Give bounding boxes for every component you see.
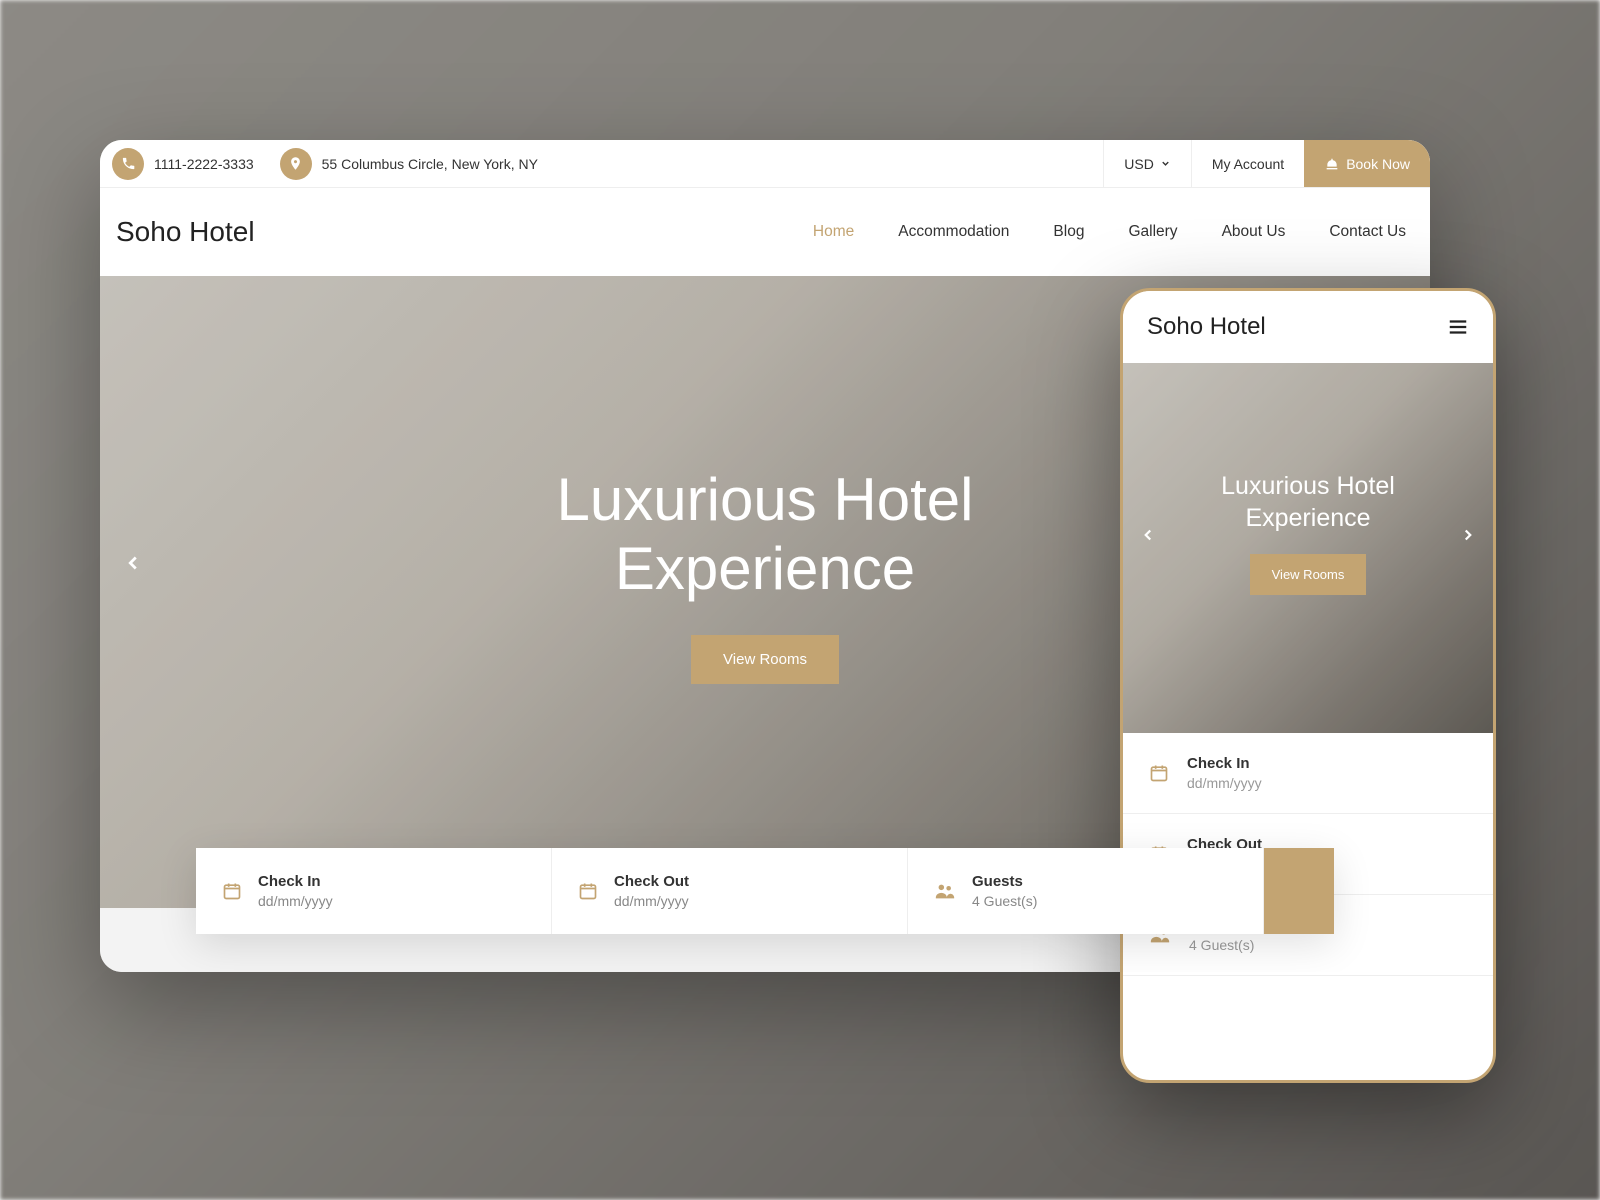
hero-title: Luxurious Hotel Experience	[557, 465, 974, 603]
calendar-icon	[1149, 763, 1169, 783]
mobile-carousel-next-icon[interactable]	[1459, 526, 1477, 544]
currency-selector[interactable]: USD	[1103, 140, 1191, 187]
checkout-value: dd/mm/yyyy	[614, 893, 689, 909]
phone-item[interactable]: 1111-2222-3333	[112, 148, 254, 180]
mobile-checkin-value: dd/mm/yyyy	[1187, 775, 1262, 791]
phone-text: 1111-2222-3333	[154, 156, 254, 172]
mobile-guests-value: 4 Guest(s)	[1189, 937, 1254, 953]
carousel-prev-icon[interactable]	[122, 552, 144, 574]
nav-accommodation[interactable]: Accommodation	[898, 223, 1009, 241]
mobile-hero-line1: Luxurious Hotel	[1221, 471, 1395, 502]
mobile-logo[interactable]: Soho Hotel	[1147, 313, 1266, 341]
mobile-checkin-label: Check In	[1187, 755, 1262, 772]
mobile-hero-content: Luxurious Hotel Experience View Rooms	[1221, 471, 1395, 595]
mobile-checkin-text: Check In dd/mm/yyyy	[1187, 755, 1262, 791]
checkout-text: Check Out dd/mm/yyyy	[614, 873, 689, 909]
nav-home[interactable]: Home	[813, 223, 854, 241]
guests-text: Guests 4 Guest(s)	[972, 873, 1037, 909]
calendar-icon	[222, 881, 242, 901]
book-now-button[interactable]: Book Now	[1304, 140, 1430, 187]
chevron-down-icon	[1160, 158, 1171, 169]
book-now-text: Book Now	[1346, 156, 1410, 172]
guests-icon	[934, 880, 956, 902]
checkin-value: dd/mm/yyyy	[258, 893, 333, 909]
location-icon	[280, 148, 312, 180]
mobile-carousel-prev-icon[interactable]	[1139, 526, 1157, 544]
booking-bar: Check In dd/mm/yyyy Check Out dd/mm/yyyy…	[196, 848, 1334, 934]
navbar: Soho Hotel Home Accommodation Blog Galle…	[100, 188, 1430, 276]
hero-title-line1: Luxurious Hotel	[557, 465, 974, 534]
mobile-frame: Soho Hotel Luxurious Hotel Experience Vi…	[1120, 288, 1496, 1083]
nav-blog[interactable]: Blog	[1053, 223, 1084, 241]
checkout-field[interactable]: Check Out dd/mm/yyyy	[552, 848, 908, 934]
nav-contact[interactable]: Contact Us	[1329, 223, 1406, 241]
calendar-icon	[578, 881, 598, 901]
booking-submit-button[interactable]	[1264, 848, 1334, 934]
topbar-right: USD My Account Book Now	[1103, 140, 1430, 187]
my-account-link[interactable]: My Account	[1191, 140, 1304, 187]
hero-title-line2: Experience	[557, 534, 974, 603]
mobile-header: Soho Hotel	[1123, 291, 1493, 363]
guests-field[interactable]: Guests 4 Guest(s)	[908, 848, 1264, 934]
checkin-text: Check In dd/mm/yyyy	[258, 873, 333, 909]
bell-icon	[1324, 156, 1340, 172]
currency-text: USD	[1124, 156, 1154, 172]
topbar: 1111-2222-3333 55 Columbus Circle, New Y…	[100, 140, 1430, 188]
phone-icon	[112, 148, 144, 180]
mobile-hero: Luxurious Hotel Experience View Rooms	[1123, 363, 1493, 733]
guests-label: Guests	[972, 873, 1037, 890]
address-text: 55 Columbus Circle, New York, NY	[322, 156, 538, 172]
checkin-label: Check In	[258, 873, 333, 890]
mobile-hero-title: Luxurious Hotel Experience	[1221, 471, 1395, 534]
hero-content: Luxurious Hotel Experience View Rooms	[557, 465, 974, 684]
hamburger-icon[interactable]	[1447, 316, 1469, 338]
nav-links: Home Accommodation Blog Gallery About Us…	[813, 223, 1406, 241]
topbar-left: 1111-2222-3333 55 Columbus Circle, New Y…	[100, 148, 538, 180]
view-rooms-button[interactable]: View Rooms	[691, 635, 839, 684]
checkout-label: Check Out	[614, 873, 689, 890]
nav-gallery[interactable]: Gallery	[1128, 223, 1177, 241]
mobile-hero-line2: Experience	[1221, 503, 1395, 534]
guests-value: 4 Guest(s)	[972, 893, 1037, 909]
nav-about[interactable]: About Us	[1222, 223, 1286, 241]
mobile-checkin-field[interactable]: Check In dd/mm/yyyy	[1123, 733, 1493, 814]
mobile-view-rooms-button[interactable]: View Rooms	[1250, 554, 1367, 595]
account-text: My Account	[1212, 156, 1284, 172]
checkin-field[interactable]: Check In dd/mm/yyyy	[196, 848, 552, 934]
address-item[interactable]: 55 Columbus Circle, New York, NY	[280, 148, 538, 180]
logo[interactable]: Soho Hotel	[116, 216, 255, 248]
